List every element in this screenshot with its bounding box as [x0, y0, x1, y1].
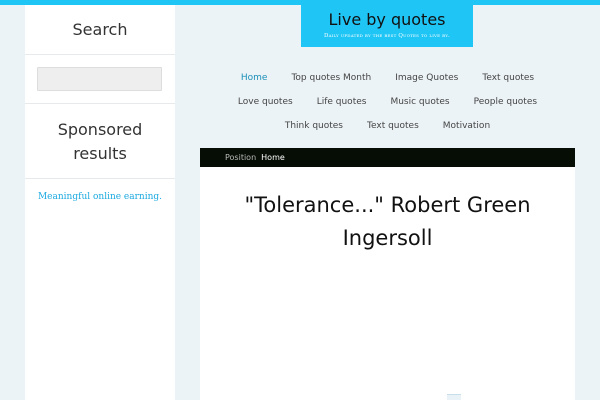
breadcrumb-home-link[interactable]: Home: [261, 153, 285, 162]
nav-item-music-quotes[interactable]: Music quotes: [378, 97, 461, 107]
sponsored-heading: Sponsored results: [25, 118, 175, 166]
main-nav: Home Top quotes Month Image Quotes Text …: [200, 66, 575, 138]
nav-row-3: Think quotes Text quotes Motivation: [200, 114, 575, 138]
ad-choices-icon[interactable]: [447, 394, 461, 400]
nav-item-top-quotes-month[interactable]: Top quotes Month: [279, 73, 383, 83]
nav-row-2: Love quotes Life quotes Music quotes Peo…: [200, 90, 575, 114]
nav-item-love-quotes[interactable]: Love quotes: [226, 97, 305, 107]
search-widget: [25, 55, 175, 104]
nav-item-think-quotes[interactable]: Think quotes: [273, 121, 355, 131]
nav-item-text-quotes[interactable]: Text quotes: [470, 73, 546, 83]
sidebar: Search Sponsored results Meaningful onli…: [25, 5, 175, 400]
post-title: "Tolerance..." Robert Green Ingersoll: [244, 193, 531, 250]
sponsored-link[interactable]: Meaningful online earning.: [25, 192, 175, 202]
sponsored-heading-line1: Sponsored: [57, 120, 143, 139]
nav-item-motivation[interactable]: Motivation: [431, 121, 502, 131]
sponsored-widget-header: Sponsored results: [25, 104, 175, 179]
site-title[interactable]: Live by quotes: [301, 12, 473, 28]
nav-item-people-quotes[interactable]: People quotes: [462, 97, 549, 107]
nav-item-home[interactable]: Home: [229, 73, 280, 83]
nav-item-image-quotes[interactable]: Image Quotes: [383, 73, 470, 83]
search-input[interactable]: [37, 67, 162, 91]
nav-row-1: Home Top quotes Month Image Quotes Text …: [200, 66, 575, 90]
sponsored-heading-line2: results: [73, 144, 127, 163]
nav-item-life-quotes[interactable]: Life quotes: [305, 97, 379, 107]
site-logo[interactable]: Live by quotes Daily updated by the best…: [301, 5, 473, 47]
nav-item-text-quotes-2[interactable]: Text quotes: [355, 121, 431, 131]
site-tagline: Daily updated by the best Quotes to live…: [323, 33, 451, 39]
search-heading: Search: [72, 20, 128, 39]
breadcrumb-label: Position: [225, 153, 257, 162]
breadcrumb: Position Home: [200, 148, 575, 167]
main-content: "Tolerance..." Robert Green Ingersoll: [200, 167, 575, 400]
search-widget-header: Search: [25, 5, 175, 55]
